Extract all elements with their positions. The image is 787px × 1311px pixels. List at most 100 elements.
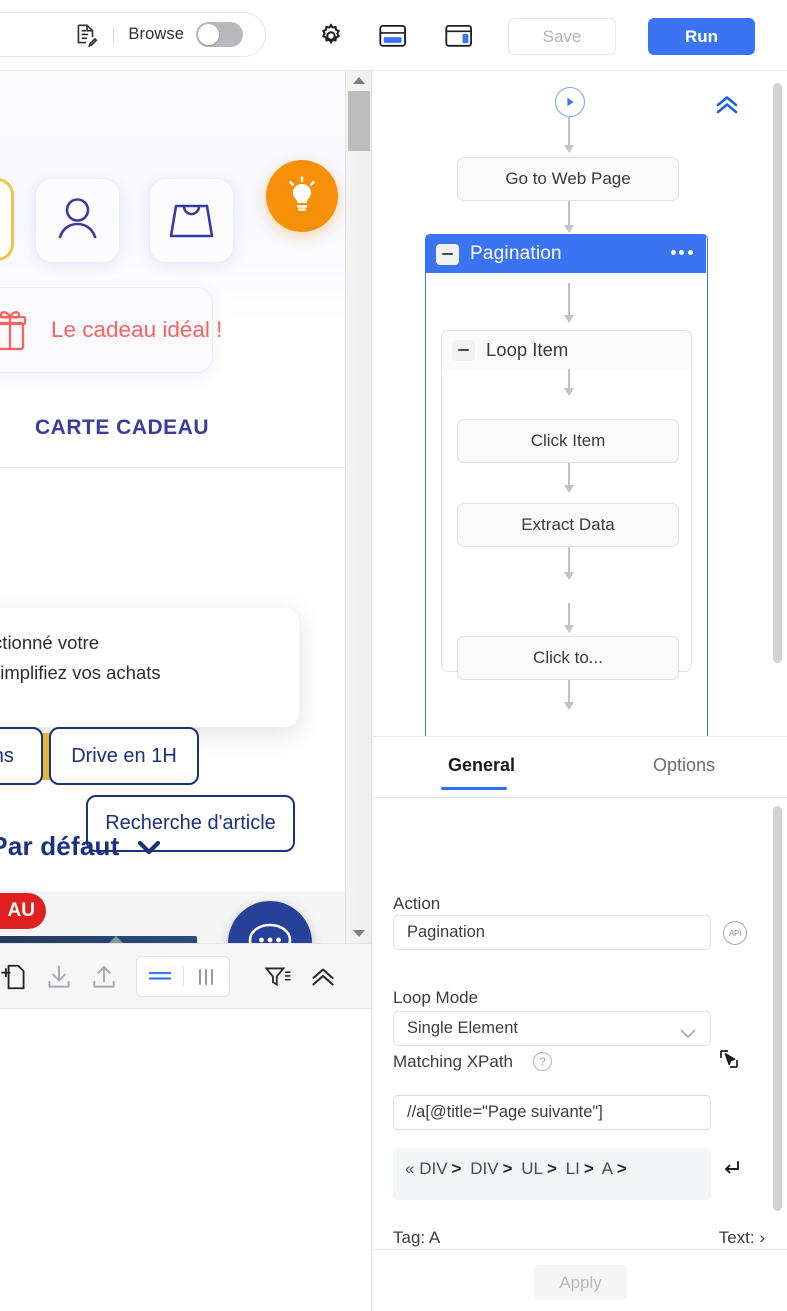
path-sep: > <box>546 1159 557 1178</box>
loop-item-header[interactable]: Loop Item <box>442 331 691 369</box>
undo-arrow-icon[interactable] <box>721 1158 741 1178</box>
tower-roof <box>96 936 136 943</box>
api-icon[interactable]: API <box>723 921 747 945</box>
loop-mode-value: Single Element <box>407 1019 518 1037</box>
element-path-breadcrumb[interactable]: « DIV > DIV > UL > LI > A > <box>393 1148 711 1200</box>
pagination-header[interactable]: Pagination <box>426 235 706 273</box>
tooltip-line-1: bien sélectionné votre <box>0 632 99 653</box>
ellipsis-icon[interactable] <box>670 250 693 255</box>
list-view-icon[interactable] <box>137 969 183 985</box>
account-button[interactable] <box>35 178 120 263</box>
node-click-to[interactable]: Click to... <box>457 636 679 680</box>
properties-form: Action Pagination API Loop Mode Single E… <box>373 798 787 1258</box>
scroll-down-arrow[interactable] <box>353 930 365 937</box>
browse-toggle[interactable] <box>196 22 243 47</box>
upload-icon[interactable] <box>89 962 119 992</box>
run-button[interactable]: Run <box>648 18 755 55</box>
workflow-scrollbar[interactable] <box>773 83 782 663</box>
download-icon[interactable] <box>44 962 74 992</box>
loop-mode-select[interactable]: Single Element <box>393 1011 711 1046</box>
action-field[interactable]: Pagination <box>393 915 711 950</box>
web-page-content[interactable]: Le cadeau idéal ! CARTE CADEAU bien séle… <box>0 71 345 943</box>
cart-button[interactable] <box>149 178 234 263</box>
scroll-up-arrow[interactable] <box>353 77 365 84</box>
tooltip-line-3: IVE ! <box>0 688 275 718</box>
save-button[interactable]: Save <box>508 18 616 55</box>
xpath-input[interactable]: //a[@title="Page suivante"] <box>393 1095 711 1130</box>
path-sep: > <box>583 1159 594 1178</box>
connector-arrowhead <box>563 625 574 633</box>
node-group-loop-item[interactable]: Loop Item <box>441 330 692 672</box>
scroll-thumb[interactable] <box>348 91 370 151</box>
path-segment-1[interactable]: DIV <box>470 1159 498 1178</box>
node-extract-data[interactable]: Extract Data <box>457 503 679 547</box>
connector-arrowhead <box>563 485 574 493</box>
workflow-pane: Go to Web Page Pagination Loop Item Clic… <box>373 71 787 1311</box>
tab-active-underline <box>441 787 507 791</box>
tab-general[interactable]: General <box>448 755 515 776</box>
document-edit-icon[interactable] <box>73 22 99 48</box>
matching-xpath-label: Matching XPath <box>393 1052 514 1071</box>
loop-mode-label: Loop Mode <box>393 988 479 1007</box>
nos-magasins-button[interactable]: Nos magasins <box>0 727 43 785</box>
gift-promo-card[interactable]: Le cadeau idéal ! <box>0 287 222 373</box>
path-segment-3[interactable]: LI <box>566 1159 580 1178</box>
double-chevron-up-icon[interactable] <box>713 93 741 119</box>
product-image[interactable]: Harry Potter WIZARDING WORLD <box>0 936 197 943</box>
connector-arrowhead <box>563 225 574 233</box>
drive-en-1h-button[interactable]: Drive en 1H <box>49 727 199 785</box>
workflow-canvas[interactable]: Go to Web Page Pagination Loop Item Clic… <box>373 71 787 736</box>
sort-label: : Par défaut <box>0 831 120 861</box>
minus-bar <box>458 348 469 352</box>
tab-options[interactable]: Options <box>653 755 715 776</box>
connector-arrowhead <box>563 315 574 323</box>
gift-label: Le cadeau idéal ! <box>51 317 223 342</box>
carte-cadeau-heading: CARTE CADEAU <box>35 416 209 439</box>
filter-icon[interactable] <box>262 962 292 992</box>
minus-bar <box>442 252 453 256</box>
browser-vertical-scrollbar[interactable] <box>345 71 371 943</box>
site-hero-section: Le cadeau idéal ! CARTE CADEAU <box>0 71 345 439</box>
minus-box-icon[interactable] <box>452 339 475 361</box>
connector-arrowhead <box>563 388 574 396</box>
path-prefix: « <box>405 1159 415 1178</box>
connector-pagination-loop <box>568 283 570 318</box>
path-segment-0[interactable]: DIV <box>419 1159 447 1178</box>
promo-tooltip-card: bien sélectionné votre référé ? Simplifi… <box>0 608 299 727</box>
connector-arrowhead <box>563 702 574 710</box>
footer-divider <box>373 1249 787 1250</box>
apply-button[interactable]: Apply <box>534 1265 627 1300</box>
node-go-to-web-page[interactable]: Go to Web Page <box>457 157 679 201</box>
question-circle-icon[interactable]: ? <box>533 1052 552 1071</box>
properties-scrollbar[interactable] <box>773 806 782 1211</box>
new-file-icon[interactable] <box>0 962 30 992</box>
element-picker-icon[interactable] <box>718 1048 740 1070</box>
play-circle-icon[interactable] <box>555 87 585 117</box>
chevron-down-icon <box>680 1025 696 1044</box>
lightbulb-icon[interactable] <box>266 160 338 232</box>
loop-item-title: Loop Item <box>486 339 569 360</box>
column-view-icon[interactable] <box>184 968 230 986</box>
browser-bottom-toolbar <box>0 943 371 1009</box>
gear-icon[interactable] <box>317 22 345 50</box>
top-toolbar: Browse Save Run <box>0 0 787 71</box>
connector-arrowhead <box>563 572 574 580</box>
pagination-title: Pagination <box>470 243 562 264</box>
partial-yellow-card[interactable] <box>0 178 14 261</box>
layout-vertical-icon[interactable] <box>445 23 473 51</box>
toolbar-divider <box>113 26 115 43</box>
view-mode-switch[interactable] <box>136 956 230 997</box>
connector-goto-pagination <box>568 201 570 228</box>
connector-extract-loopend <box>568 547 570 575</box>
action-label: Action <box>393 894 441 913</box>
path-sep: > <box>451 1159 462 1178</box>
layout-horizontal-icon[interactable] <box>379 23 407 51</box>
path-segment-4[interactable]: A <box>602 1159 613 1178</box>
minus-box-icon[interactable] <box>436 243 459 265</box>
node-click-item[interactable]: Click Item <box>457 419 679 463</box>
double-chevron-up-icon[interactable] <box>308 962 338 992</box>
path-segment-2[interactable]: UL <box>521 1159 543 1178</box>
sort-dropdown[interactable]: : Par défaut <box>0 831 161 862</box>
browse-mode-pill[interactable]: Browse <box>0 12 266 57</box>
store-buttons-row: Nos magasins Drive en 1H <box>0 727 340 785</box>
